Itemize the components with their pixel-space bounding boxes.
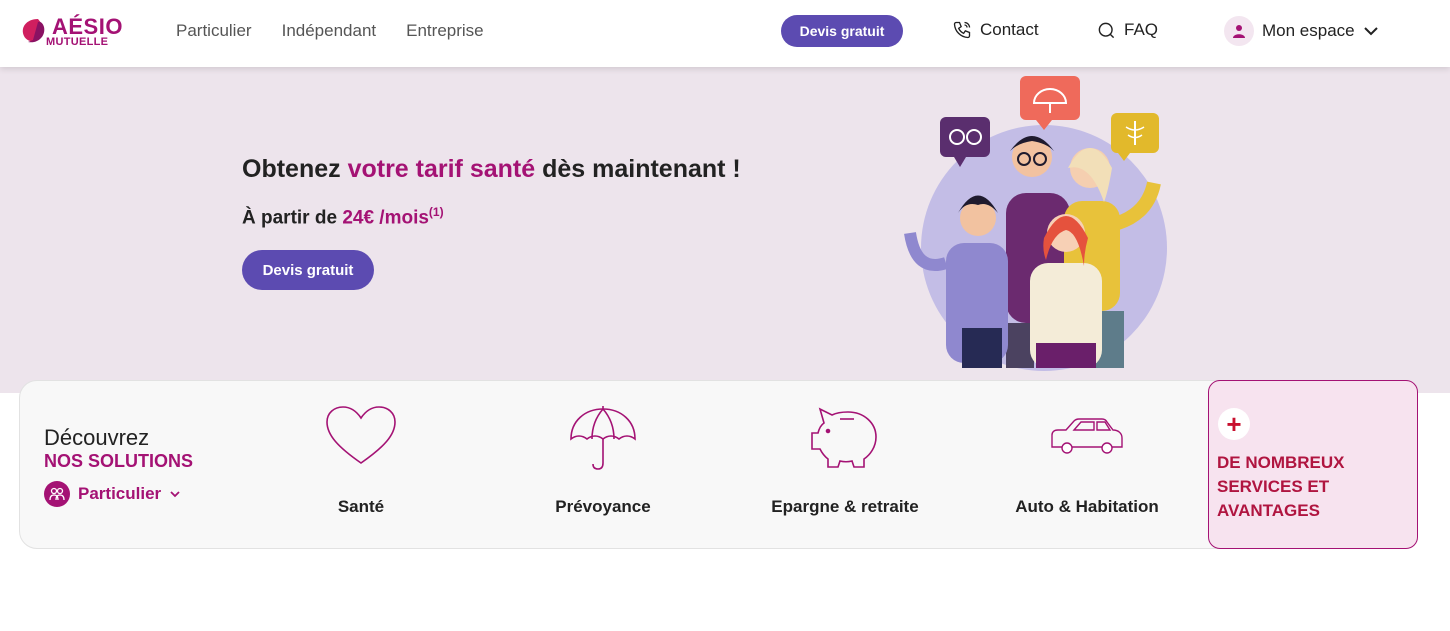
solution-auto-label: Auto & Habitation — [1015, 497, 1159, 516]
umbrella-icon — [570, 406, 636, 470]
solutions-panel: Découvrez NOS SOLUTIONS Particulier Sant… — [19, 380, 1418, 549]
price-prefix: À partir de — [242, 207, 343, 229]
phone-icon — [953, 21, 971, 39]
heart-icon — [326, 406, 396, 464]
chevron-down-icon — [170, 491, 180, 498]
profile-selector-label: Particulier — [78, 484, 162, 503]
solutions-subtitle: NOS SOLUTIONS — [44, 451, 194, 471]
solutions-title: Découvrez — [44, 425, 150, 450]
solution-epargne-retraite[interactable]: Epargne & retraite — [755, 405, 935, 525]
family-illustration — [904, 76, 1167, 371]
hero-title-accent: votre tarif santé — [347, 155, 536, 183]
mon-espace-label: Mon espace — [1262, 21, 1355, 40]
aesio-logo[interactable]: AÉSIO MUTUELLE — [18, 14, 122, 50]
site-header: AÉSIO MUTUELLE Particulier Indépendant E… — [0, 0, 1450, 67]
solution-prevoyance-label: Prévoyance — [555, 497, 651, 516]
hero-price: À partir de 24€ /mois(1) — [242, 205, 444, 229]
services-avantages-card[interactable]: + DE NOMBREUX SERVICES ET AVANTAGES — [1208, 380, 1418, 549]
devis-gratuit-hero-button[interactable]: Devis gratuit — [242, 250, 374, 290]
piggy-bank-icon — [811, 407, 877, 468]
chevron-down-icon — [1363, 27, 1378, 36]
people-icon — [44, 481, 70, 507]
contact-label: Contact — [980, 20, 1039, 39]
hero-title: Obtenez votre tarif santé dès maintenant… — [242, 155, 741, 184]
hero-title-suffix: dès maintenant ! — [535, 155, 741, 183]
plus-icon: + — [1218, 408, 1250, 440]
car-icon — [1051, 418, 1123, 454]
hero-title-prefix: Obtenez — [242, 155, 348, 183]
search-icon — [1098, 22, 1115, 38]
mon-espace-menu[interactable]: Mon espace — [1224, 16, 1379, 46]
solution-auto-habitation[interactable]: Auto & Habitation — [997, 405, 1177, 525]
price-value: 24€ /mois — [342, 207, 429, 229]
solution-prevoyance[interactable]: Prévoyance — [513, 405, 693, 525]
faq-label: FAQ — [1124, 20, 1159, 39]
profile-selector[interactable]: Particulier — [44, 481, 181, 507]
logo-subtext: MUTUELLE — [46, 36, 109, 48]
solution-epargne-label: Epargne & retraite — [771, 497, 919, 516]
contact-link[interactable]: Contact — [952, 20, 1039, 40]
solution-sante[interactable]: Santé — [271, 405, 451, 525]
services-avantages-label: DE NOMBREUX SERVICES ET AVANTAGES — [1217, 453, 1345, 520]
user-icon — [1233, 25, 1245, 38]
main-nav: Particulier Indépendant Entreprise — [176, 21, 484, 41]
devis-gratuit-header-button[interactable]: Devis gratuit — [781, 15, 903, 47]
solution-sante-label: Santé — [337, 497, 385, 516]
user-avatar — [1224, 16, 1254, 46]
nav-independant[interactable]: Indépendant — [282, 21, 377, 41]
nav-particulier[interactable]: Particulier — [176, 21, 252, 41]
price-note: (1) — [428, 205, 444, 219]
hero-banner: Obtenez votre tarif santé dès maintenant… — [0, 67, 1450, 393]
faq-link[interactable]: FAQ — [1097, 20, 1158, 40]
nav-entreprise[interactable]: Entreprise — [406, 21, 483, 41]
logo-mark-icon — [22, 19, 45, 43]
